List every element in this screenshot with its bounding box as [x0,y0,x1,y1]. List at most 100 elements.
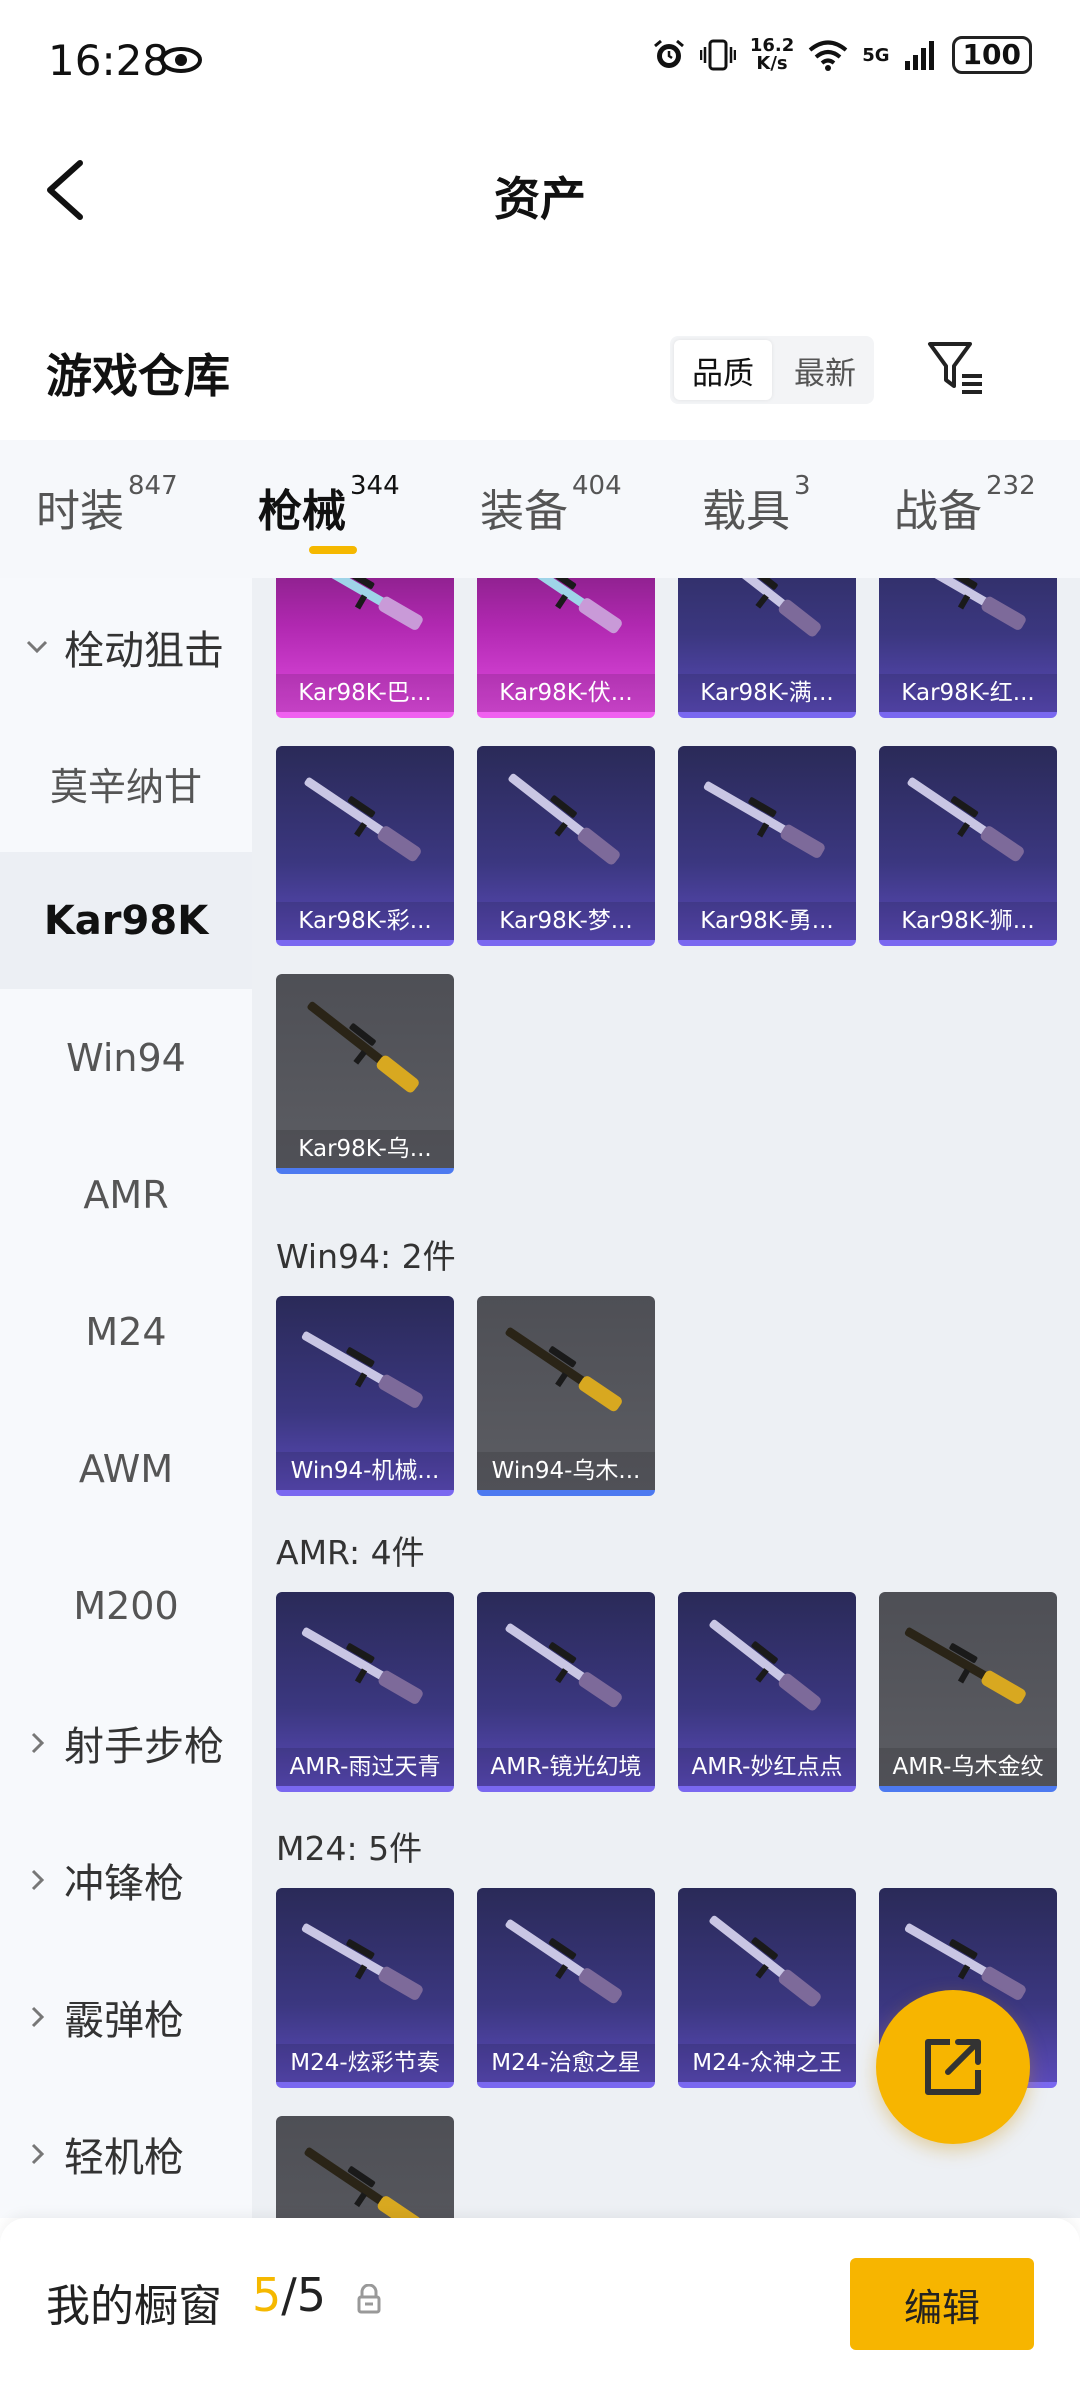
item-name: Kar98K-红... [879,674,1057,712]
chevron-right-icon [31,1732,45,1753]
sort-newest-button[interactable]: 最新 [776,336,874,404]
win94-grid: Win94-机械... Win94-乌木... [276,1296,1057,1496]
rifle-icon [301,1331,423,1408]
sidebar-item-label: 栓动狙击 [64,627,224,674]
sidebar-item-m200[interactable]: M200 [0,1537,252,1674]
sidebar-item-label: Kar98K [43,897,209,944]
tab-battle-gear[interactable]: 战备 232 [894,471,1036,539]
rifle-icon [904,578,1026,630]
item-card[interactable]: Kar98K-狮... [879,746,1057,946]
rifle-icon [904,1627,1026,1704]
item-card[interactable]: Kar98K-彩... [276,746,454,946]
weapon-category-sidebar: 栓动狙击 莫辛纳甘 Kar98K Win94 AMR M24 AWM M200 … [0,578,252,2218]
item-card[interactable] [276,2116,454,2218]
battery-icon: 100 [951,36,1032,74]
section-title-amr: AMR: 4件 [276,1533,425,1572]
item-card[interactable]: Kar98K-勇... [678,746,856,946]
item-name: Win94-乌木... [477,1452,655,1490]
item-card[interactable]: Kar98K-红... [879,578,1057,718]
amr-grid: AMR-雨过天青 AMR-镜光幻境 AMR-妙红点点 AMR-乌木金纹 [276,1592,1057,1792]
network-speed: 16.2 K/s [750,37,794,73]
item-name: Kar98K-勇... [678,902,856,940]
showcase-count: 5/5 [252,2268,326,2322]
active-tab-indicator [309,546,357,554]
item-name: Kar98K-彩... [276,902,454,940]
tab-label: 时装 [36,486,124,537]
sidebar-item-win94[interactable]: Win94 [0,989,252,1126]
sort-quality-button[interactable]: 品质 [674,340,772,400]
item-card[interactable]: AMR-雨过天青 [276,1592,454,1792]
item-card[interactable]: AMR-乌木金纹 [879,1592,1057,1792]
chevron-right-icon [31,1869,45,1890]
item-card[interactable]: Kar98K-巴... [276,578,454,718]
sidebar-item-mosin[interactable]: 莫辛纳甘 [0,715,252,852]
rifle-icon [709,578,821,637]
share-external-icon [925,2039,981,2095]
rifle-icon [709,1619,821,1711]
sidebar-group-marksman[interactable]: 射手步枪 [0,1674,252,1811]
item-card[interactable]: Win94-乌木... [477,1296,655,1496]
item-name: AMR-镜光幻境 [477,1748,655,1786]
rifle-icon [505,1327,622,1412]
item-name: Kar98K-巴... [276,674,454,712]
tab-count: 3 [794,471,811,501]
kar98k-grid: Kar98K-巴... Kar98K-伏... Kar98K-满... Kar9… [276,578,1057,1174]
sidebar-item-label: AWM [78,1446,174,1491]
tab-equipment[interactable]: 装备 404 [480,471,622,539]
rifle-icon [505,1623,622,1708]
tab-guns[interactable]: 枪械 344 [258,471,400,539]
item-card[interactable]: Kar98K-满... [678,578,856,718]
showcase-separator: / [281,2268,297,2322]
item-name: Kar98K-梦... [477,902,655,940]
sidebar-item-amr[interactable]: AMR [0,1126,252,1263]
item-card[interactable]: M24-众神之王 [678,1888,856,2088]
item-grid-area: Kar98K-巴... Kar98K-伏... Kar98K-满... Kar9… [252,578,1080,2218]
sidebar-item-label: 轻机枪 [64,2134,184,2181]
item-card[interactable]: M24-治愈之星 [477,1888,655,2088]
sidebar-item-label: 霰弹枪 [64,1997,184,2044]
sidebar-item-label: 冲锋枪 [64,1860,184,1907]
sidebar-item-label: M24 [85,1309,167,1354]
tab-count: 847 [128,471,178,501]
sort-toggle: 品质 最新 [670,336,874,404]
tab-vehicles[interactable]: 载具 3 [702,471,811,539]
tab-count: 404 [572,471,622,501]
item-name: Kar98K-狮... [879,902,1057,940]
tab-outfits[interactable]: 时装 847 [36,471,178,539]
share-button[interactable] [876,1990,1030,2144]
sidebar-group-bolt-action[interactable]: 栓动狙击 [0,578,252,715]
edit-button[interactable]: 编辑 [850,2258,1034,2350]
item-card[interactable]: Kar98K-梦... [477,746,655,946]
tab-label: 装备 [480,486,568,537]
signal-icon [904,41,934,70]
item-card[interactable]: M24-炫彩节奏 [276,1888,454,2088]
item-card[interactable]: Kar98K-伏... [477,578,655,718]
item-card[interactable]: Win94-机械... [276,1296,454,1496]
showcase-bar: 我的橱窗 5/5 编辑 [0,2218,1080,2382]
rifle-icon [505,578,622,634]
status-time: 16:28 [48,36,170,85]
speed-unit: K/s [756,53,788,74]
sidebar-group-smg[interactable]: 冲锋枪 [0,1811,252,1948]
status-icons: 16.2 K/s 5G 100 [652,36,1032,74]
sidebar-group-lmg[interactable]: 轻机枪 [0,2085,252,2222]
item-card[interactable]: AMR-妙红点点 [678,1592,856,1792]
sidebar-group-shotgun[interactable]: 霰弹枪 [0,1948,252,2085]
sidebar-item-kar98k[interactable]: Kar98K [0,852,252,989]
sidebar-item-label: M200 [73,1583,179,1628]
vibrate-icon [699,39,736,71]
item-name: AMR-妙红点点 [678,1748,856,1786]
sidebar-item-label: 射手步枪 [64,1723,224,1770]
sidebar-item-m24[interactable]: M24 [0,1263,252,1400]
rifle-icon [301,578,423,630]
chevron-down-icon [26,640,48,653]
filter-icon[interactable] [926,338,986,398]
item-card[interactable]: Kar98K-乌... [276,974,454,1174]
item-name: Kar98K-伏... [477,674,655,712]
tab-count: 344 [350,471,400,501]
sidebar-item-awm[interactable]: AWM [0,1400,252,1537]
item-name: Kar98K-满... [678,674,856,712]
lock-icon [357,2284,381,2314]
item-card[interactable]: AMR-镜光幻境 [477,1592,655,1792]
tab-label: 枪械 [258,486,346,537]
